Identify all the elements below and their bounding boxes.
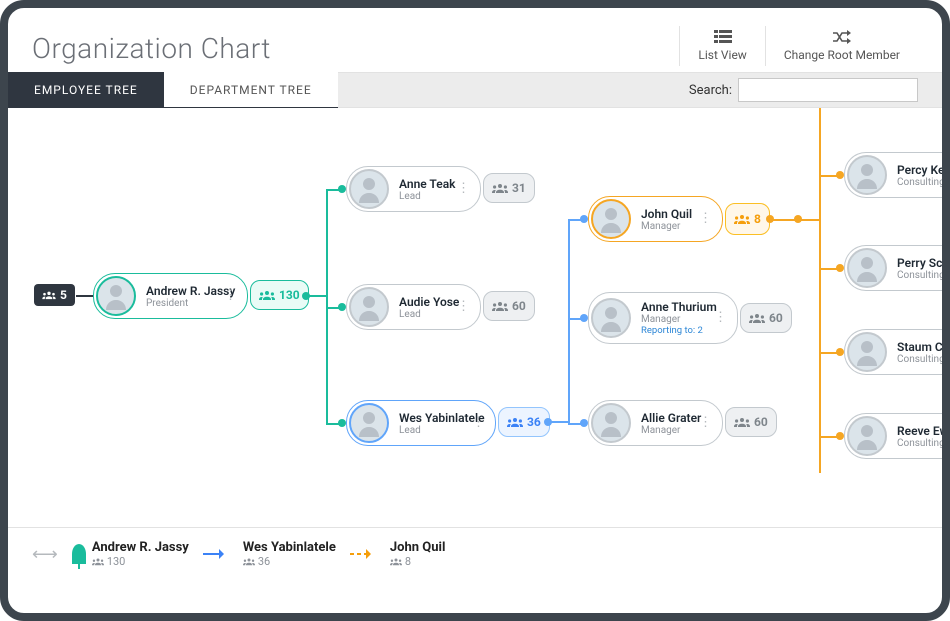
count-audie[interactable]: 60 (483, 291, 535, 321)
shuffle-icon (833, 30, 851, 44)
breadcrumb-item-john[interactable]: John Quil8 (390, 540, 446, 568)
page-header: Organization Chart List View Change Root… (8, 26, 942, 72)
node-anne-teak[interactable]: Anne TeakLead ⋮ (346, 166, 481, 212)
avatar (349, 287, 389, 327)
node-wes[interactable]: Wes YabinlateleLead ⋮ (346, 400, 496, 446)
change-root-button[interactable]: Change Root Member (765, 26, 918, 66)
search-label: Search: (689, 83, 732, 98)
org-chart-canvas[interactable]: 5 Andrew R. JassyPresident ⋮ 130 (8, 108, 942, 528)
node-anne-thurium[interactable]: Anne ThuriumManagerReporting to: 2 ⋮ (588, 292, 738, 344)
count-john[interactable]: 8 (725, 203, 770, 235)
search-input[interactable] (738, 78, 918, 102)
menu-icon[interactable]: ⋮ (695, 217, 716, 221)
tab-employee-tree[interactable]: EMPLOYEE TREE (8, 72, 164, 108)
node-percy[interactable]: Percy KewConsulting (844, 152, 942, 198)
tab-department-tree[interactable]: DEPARTMENT TREE (164, 72, 338, 108)
arrow-right-icon (203, 549, 229, 559)
node-andrew[interactable]: Andrew R. JassyPresident ⋮ (93, 273, 248, 319)
menu-icon[interactable]: ⋮ (453, 187, 474, 191)
reporting-link[interactable]: Reporting to: 2 (641, 325, 700, 336)
avatar (96, 276, 136, 316)
pin-icon (72, 544, 86, 564)
avatar (847, 416, 887, 456)
node-perry[interactable]: Perry ScopConsulting (844, 245, 942, 291)
avatar (591, 298, 631, 338)
menu-icon[interactable]: ⋮ (453, 305, 474, 309)
count-anne-thurium[interactable]: 60 (740, 303, 792, 333)
avatar (847, 332, 887, 372)
menu-icon[interactable]: ⋮ (468, 421, 489, 425)
list-icon (714, 30, 732, 44)
count-andrew[interactable]: 130 (250, 280, 309, 310)
breadcrumb-item-wes[interactable]: Wes Yabinlatele36 (243, 540, 336, 568)
avatar (847, 248, 887, 288)
node-allie[interactable]: Allie GraterManager ⋮ (588, 400, 723, 446)
count-wes[interactable]: 36 (498, 407, 550, 437)
avatar (847, 155, 887, 195)
arrow-right-icon (350, 549, 376, 559)
breadcrumb: ⟷ Andrew R. Jassy130 Wes Yabinlatele36 J… (8, 528, 942, 580)
node-staum[interactable]: Staum ClConsulting (844, 329, 942, 375)
count-allie[interactable]: 60 (725, 407, 777, 437)
app-frame: Organization Chart List View Change Root… (0, 0, 950, 621)
count-anne-teak[interactable]: 31 (483, 173, 535, 203)
menu-icon[interactable]: ⋮ (710, 316, 731, 320)
node-audie[interactable]: Audie YoseLead ⋮ (346, 284, 481, 330)
menu-icon[interactable]: ⋮ (220, 294, 241, 298)
breadcrumb-item-andrew[interactable]: Andrew R. Jassy130 (72, 540, 189, 568)
list-view-button[interactable]: List View (679, 26, 764, 66)
breadcrumb-back-icon[interactable]: ⟷ (32, 544, 58, 565)
avatar (591, 403, 631, 443)
node-reeve[interactable]: Reeve EweConsulting (844, 413, 942, 459)
avatar (349, 403, 389, 443)
change-root-label: Change Root Member (784, 48, 900, 62)
page-title: Organization Chart (32, 26, 679, 65)
tab-bar: EMPLOYEE TREE DEPARTMENT TREE Search: (8, 72, 942, 108)
list-view-label: List View (698, 48, 746, 62)
avatar (349, 169, 389, 209)
node-john[interactable]: John QuilManager ⋮ (588, 196, 723, 242)
avatar (591, 199, 631, 239)
menu-icon[interactable]: ⋮ (695, 421, 716, 425)
root-count-badge[interactable]: 5 (34, 284, 75, 306)
